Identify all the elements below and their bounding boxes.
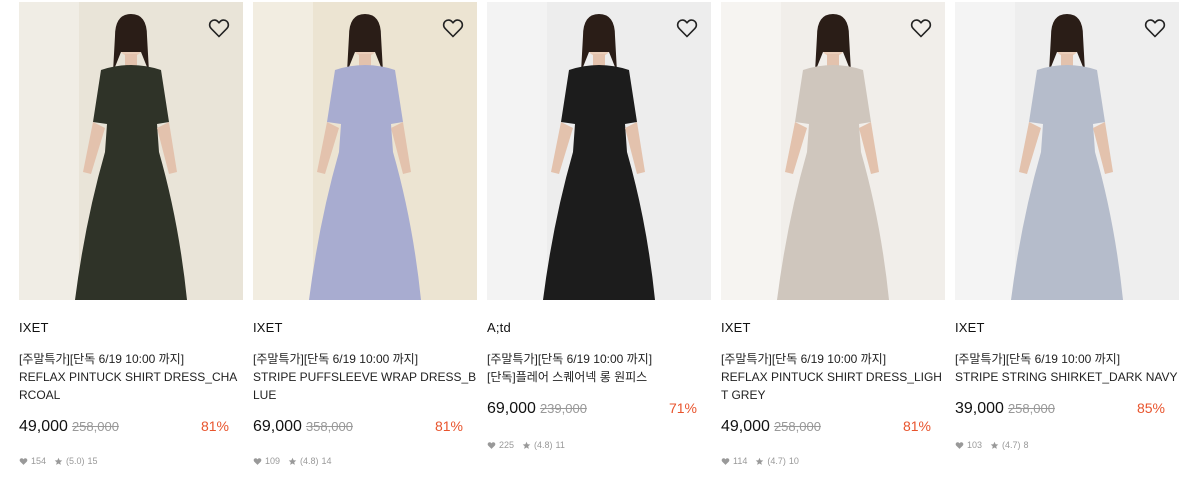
brand-name[interactable]: IXET <box>253 320 477 336</box>
promo-label: [주말특가][단독 6/19 10:00 까지] <box>487 352 653 366</box>
heart-icon <box>19 457 28 466</box>
brand-name[interactable]: IXET <box>721 320 945 336</box>
wishlist-heart-icon[interactable] <box>1143 16 1167 40</box>
product-photo <box>487 2 711 300</box>
star-icon <box>755 457 764 466</box>
brand-name[interactable]: A;td <box>487 320 711 336</box>
star-icon <box>990 441 999 450</box>
review-count: 8 <box>1023 440 1029 450</box>
sale-price: 49,000 <box>19 418 68 435</box>
product-image[interactable] <box>721 2 945 300</box>
promo-label: [주말특가][단독 6/19 10:00 까지] <box>19 352 185 366</box>
like-count: 225 <box>499 440 515 450</box>
product-photo <box>19 2 243 300</box>
product-stats: 114 (4.7) 10 <box>721 454 945 468</box>
product-name[interactable]: REFLAX PINTUCK SHIRT DRESS_CHARCOAL <box>19 368 243 404</box>
heart-icon <box>487 441 496 450</box>
promo-label: [주말특가][단독 6/19 10:00 까지] <box>955 352 1121 366</box>
product-stats: 225 (4.8) 11 <box>487 438 711 452</box>
brand-name[interactable]: IXET <box>19 320 243 336</box>
review-count: 15 <box>87 456 98 466</box>
product-name[interactable]: REFLAX PINTUCK SHIRT DRESS_LIGHT GREY <box>721 368 945 404</box>
promo-label: [주말특가][단독 6/19 10:00 까지] <box>721 352 887 366</box>
original-price: 258,000 <box>1007 401 1055 416</box>
product-card[interactable]: IXET [주말특가][단독 6/19 10:00 까지] STRIPE STR… <box>955 2 1179 452</box>
sale-price: 49,000 <box>721 418 770 435</box>
product-grid: IXET [주말특가][단독 6/19 10:00 까지] REFLAX PIN… <box>0 0 1191 496</box>
wishlist-heart-icon[interactable] <box>675 16 699 40</box>
product-stats: 103 (4.7) 8 <box>955 438 1179 452</box>
product-name[interactable]: STRIPE PUFFSLEEVE WRAP DRESS_BLUE <box>253 368 477 404</box>
price-row: 69,000 358,000 81% <box>253 418 477 440</box>
discount-rate: 81% <box>902 418 931 434</box>
product-photo <box>721 2 945 300</box>
star-icon <box>288 457 297 466</box>
sale-price: 69,000 <box>253 418 302 435</box>
sale-price: 39,000 <box>955 400 1004 417</box>
rating-score: (4.7) <box>1002 440 1021 450</box>
rating-score: (5.0) <box>66 456 85 466</box>
rating-score: (4.8) <box>300 456 319 466</box>
product-photo <box>253 2 477 300</box>
discount-rate: 81% <box>200 418 229 434</box>
product-name[interactable]: [단독]플레어 스퀘어넥 롱 원피스 <box>487 368 711 386</box>
product-image[interactable] <box>253 2 477 300</box>
price-row: 49,000 258,000 81% <box>721 418 945 440</box>
discount-rate: 71% <box>668 400 697 416</box>
heart-icon <box>721 457 730 466</box>
product-card[interactable]: IXET [주말특가][단독 6/19 10:00 까지] REFLAX PIN… <box>19 2 243 468</box>
product-image[interactable] <box>955 2 1179 300</box>
star-icon <box>522 441 531 450</box>
rating-score: (4.7) <box>767 456 786 466</box>
product-name[interactable]: STRIPE STRING SHIRKET_DARK NAVY <box>955 368 1179 386</box>
original-price: 358,000 <box>305 419 353 434</box>
product-image[interactable] <box>487 2 711 300</box>
like-count: 103 <box>967 440 983 450</box>
wishlist-heart-icon[interactable] <box>207 16 231 40</box>
sale-price: 69,000 <box>487 400 536 417</box>
product-photo <box>955 2 1179 300</box>
heart-icon <box>253 457 262 466</box>
star-icon <box>54 457 63 466</box>
promo-label: [주말특가][단독 6/19 10:00 까지] <box>253 352 419 366</box>
product-image[interactable] <box>19 2 243 300</box>
heart-icon <box>955 441 964 450</box>
price-row: 39,000 258,000 85% <box>955 400 1179 422</box>
discount-rate: 85% <box>1136 400 1165 416</box>
price-row: 49,000 258,000 81% <box>19 418 243 440</box>
price-row: 69,000 239,000 71% <box>487 400 711 422</box>
discount-rate: 81% <box>434 418 463 434</box>
product-stats: 109 (4.8) 14 <box>253 454 477 468</box>
product-card[interactable]: IXET [주말특가][단독 6/19 10:00 까지] STRIPE PUF… <box>253 2 477 468</box>
wishlist-heart-icon[interactable] <box>441 16 465 40</box>
like-count: 109 <box>265 456 281 466</box>
product-card[interactable]: IXET [주말특가][단독 6/19 10:00 까지] REFLAX PIN… <box>721 2 945 468</box>
brand-name[interactable]: IXET <box>955 320 1179 336</box>
original-price: 258,000 <box>773 419 821 434</box>
product-card[interactable]: A;td [주말특가][단독 6/19 10:00 까지] [단독]플레어 스퀘… <box>487 2 711 452</box>
product-stats: 154 (5.0) 15 <box>19 454 243 468</box>
like-count: 114 <box>733 456 748 466</box>
wishlist-heart-icon[interactable] <box>909 16 933 40</box>
review-count: 14 <box>321 456 332 466</box>
review-count: 11 <box>555 440 565 450</box>
original-price: 258,000 <box>71 419 119 434</box>
like-count: 154 <box>31 456 47 466</box>
review-count: 10 <box>788 456 799 466</box>
original-price: 239,000 <box>539 401 587 416</box>
rating-score: (4.8) <box>534 440 553 450</box>
